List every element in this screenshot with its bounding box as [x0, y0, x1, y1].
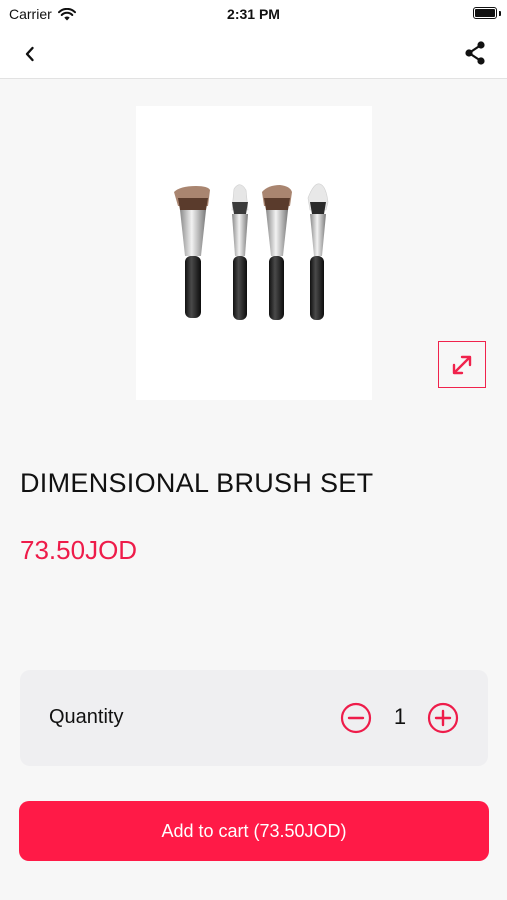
expand-icon — [452, 355, 472, 374]
nav-bar — [0, 30, 507, 79]
plus-circle-icon — [427, 702, 459, 734]
brush-4 — [307, 183, 329, 320]
makeup-brushes-image — [174, 183, 329, 320]
battery-cap — [499, 11, 501, 16]
quantity-value: 1 — [393, 704, 407, 729]
expand-image-button[interactable] — [438, 341, 486, 388]
status-bar: Carrier 2:31 PM — [0, 0, 507, 30]
quantity-increment-button[interactable] — [427, 702, 459, 734]
minus-circle-icon — [340, 702, 372, 734]
product-price: 73.50JOD — [20, 535, 138, 565]
chevron-left-icon — [25, 46, 34, 62]
brush-3 — [262, 185, 292, 320]
back-button[interactable] — [16, 40, 44, 68]
share-icon — [465, 41, 485, 65]
status-time: 2:31 PM — [227, 6, 280, 22]
add-to-cart-button[interactable]: Add to cart (73.50JOD) — [19, 801, 489, 861]
quantity-label: Quantity — [49, 706, 124, 728]
quantity-card: Quantity 1 — [20, 670, 488, 766]
product-title: DIMENSIONAL BRUSH SET — [20, 468, 374, 498]
battery-icon — [473, 7, 497, 19]
brush-1 — [174, 186, 210, 318]
brush-2 — [231, 184, 249, 320]
share-button[interactable] — [461, 39, 489, 67]
product-image[interactable] — [136, 106, 372, 400]
quantity-decrement-button[interactable] — [340, 702, 372, 734]
